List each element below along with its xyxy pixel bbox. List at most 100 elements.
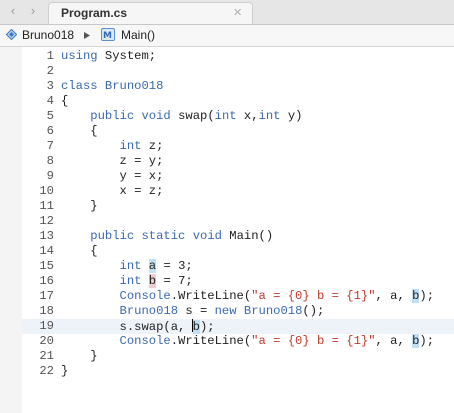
code-line[interactable]: 5 public void swap(int x,int y) [22,109,454,124]
close-icon[interactable]: × [233,4,242,21]
code-line[interactable]: 18 Bruno018 s = new Bruno018(); [22,304,454,319]
back-arrow-icon[interactable]: ‹ [4,3,22,19]
line-source: int a = 3; [61,259,193,274]
code-line[interactable]: 2 [22,64,454,79]
line-source: class Bruno018 [61,79,163,94]
line-number: 15 [39,259,54,273]
code-token: Console [119,334,171,348]
line-source: s.swap(a, b); [61,319,215,335]
code-line[interactable]: 7 int z; [22,139,454,154]
line-source: Bruno018 s = new Bruno018(); [61,304,325,319]
code-token: "a = {0} b = {1}" [251,289,376,303]
code-token: Bruno018 [243,304,303,318]
line-number: 5 [46,109,54,123]
line-source: int b = 7; [61,274,193,289]
code-token: ); [419,334,435,348]
code-token: "a = {0} b = {1}" [251,334,376,348]
code-token: int [119,274,142,288]
code-line[interactable]: 22} [22,364,454,379]
code-line[interactable]: 9 y = x; [22,169,454,184]
code-token: = 7; [156,274,193,288]
code-token: { [61,124,98,138]
code-token: .WriteLine( [170,289,252,303]
code-line[interactable]: 4{ [22,94,454,109]
code-token: public [90,229,135,243]
code-token: s.swap(a, [61,320,193,334]
code-token: ); [419,289,435,303]
line-number: 19 [39,319,54,333]
tab-program-cs[interactable]: Program.cs × [48,2,253,24]
line-number: 4 [46,94,54,108]
code-line[interactable]: 11 } [22,199,454,214]
code-line[interactable]: 3 class Bruno018 [22,79,454,94]
code-token: s = [178,304,215,318]
code-token: int [119,139,142,153]
code-line[interactable]: 13 public static void Main() [22,229,454,244]
code-token: int [258,109,281,123]
svg-text:M: M [103,31,112,41]
line-source: } [61,349,97,364]
code-token: z; [141,139,164,153]
line-number: 9 [46,169,54,183]
line-number: 6 [46,124,54,138]
project-icon [6,29,17,40]
code-token: x = z; [61,184,164,198]
code-token: new [214,304,237,318]
forward-arrow-icon[interactable]: › [24,3,42,19]
tab-title: Program.cs [61,6,128,20]
code-token: .WriteLine( [170,334,252,348]
code-token: { [61,244,98,258]
line-source: Console.WriteLine("a = {0} b = {1}", a, … [61,289,434,304]
code-line[interactable]: 8 z = y; [22,154,454,169]
code-line[interactable]: 10 x = z; [22,184,454,199]
code-token: void [192,229,222,243]
code-token: System; [97,49,157,63]
code-editor[interactable]: 1 using System; 2 3 class Bruno018 4{5 public… [22,49,454,379]
editor-gutter [0,47,22,413]
code-token: y = x; [61,169,164,183]
code-line[interactable]: 15 int a = 3; [22,259,454,274]
code-token: void [141,109,171,123]
code-line[interactable]: 14 { [22,244,454,259]
code-token: using [61,49,98,63]
breadcrumb-method[interactable]: Main() [121,28,155,42]
line-number: 10 [39,184,54,198]
line-number: 12 [39,214,54,228]
line-source: } [61,199,97,214]
code-line[interactable]: 17 Console.WriteLine("a = {0} b = {1}", … [22,289,454,304]
line-source: public static void Main() [61,229,273,244]
line-source: { [61,94,68,109]
line-source: Console.WriteLine("a = {0} b = {1}", a, … [61,334,434,349]
line-number: 13 [39,229,54,243]
line-source: int z; [61,139,164,154]
tab-bar: ‹ › Program.cs × [0,0,454,25]
code-line[interactable]: 16 int b = 7; [22,274,454,289]
code-line[interactable]: 12 [22,214,454,229]
code-token: (); [302,304,325,318]
code-token: { [61,94,69,108]
code-token: x, [236,109,259,123]
code-line[interactable]: 20 Console.WriteLine("a = {0} b = {1}", … [22,334,454,349]
code-line[interactable]: 21 } [22,349,454,364]
code-line[interactable]: 19 s.swap(a, b); [22,319,454,334]
code-line[interactable]: 1 using System; [22,49,454,64]
code-token: Bruno018 [104,79,164,93]
line-number: 3 [46,79,54,93]
line-number: 14 [39,244,54,258]
code-token: , a, [375,334,413,348]
code-line[interactable]: 6 { [22,124,454,139]
line-source: y = x; [61,169,164,184]
method-icon: M [101,28,115,41]
line-number: 17 [39,289,54,303]
code-token: b [192,320,200,334]
code-token: } [61,364,69,378]
line-source: public void swap(int x,int y) [61,109,302,124]
breadcrumb-project[interactable]: Bruno018 [22,28,74,42]
